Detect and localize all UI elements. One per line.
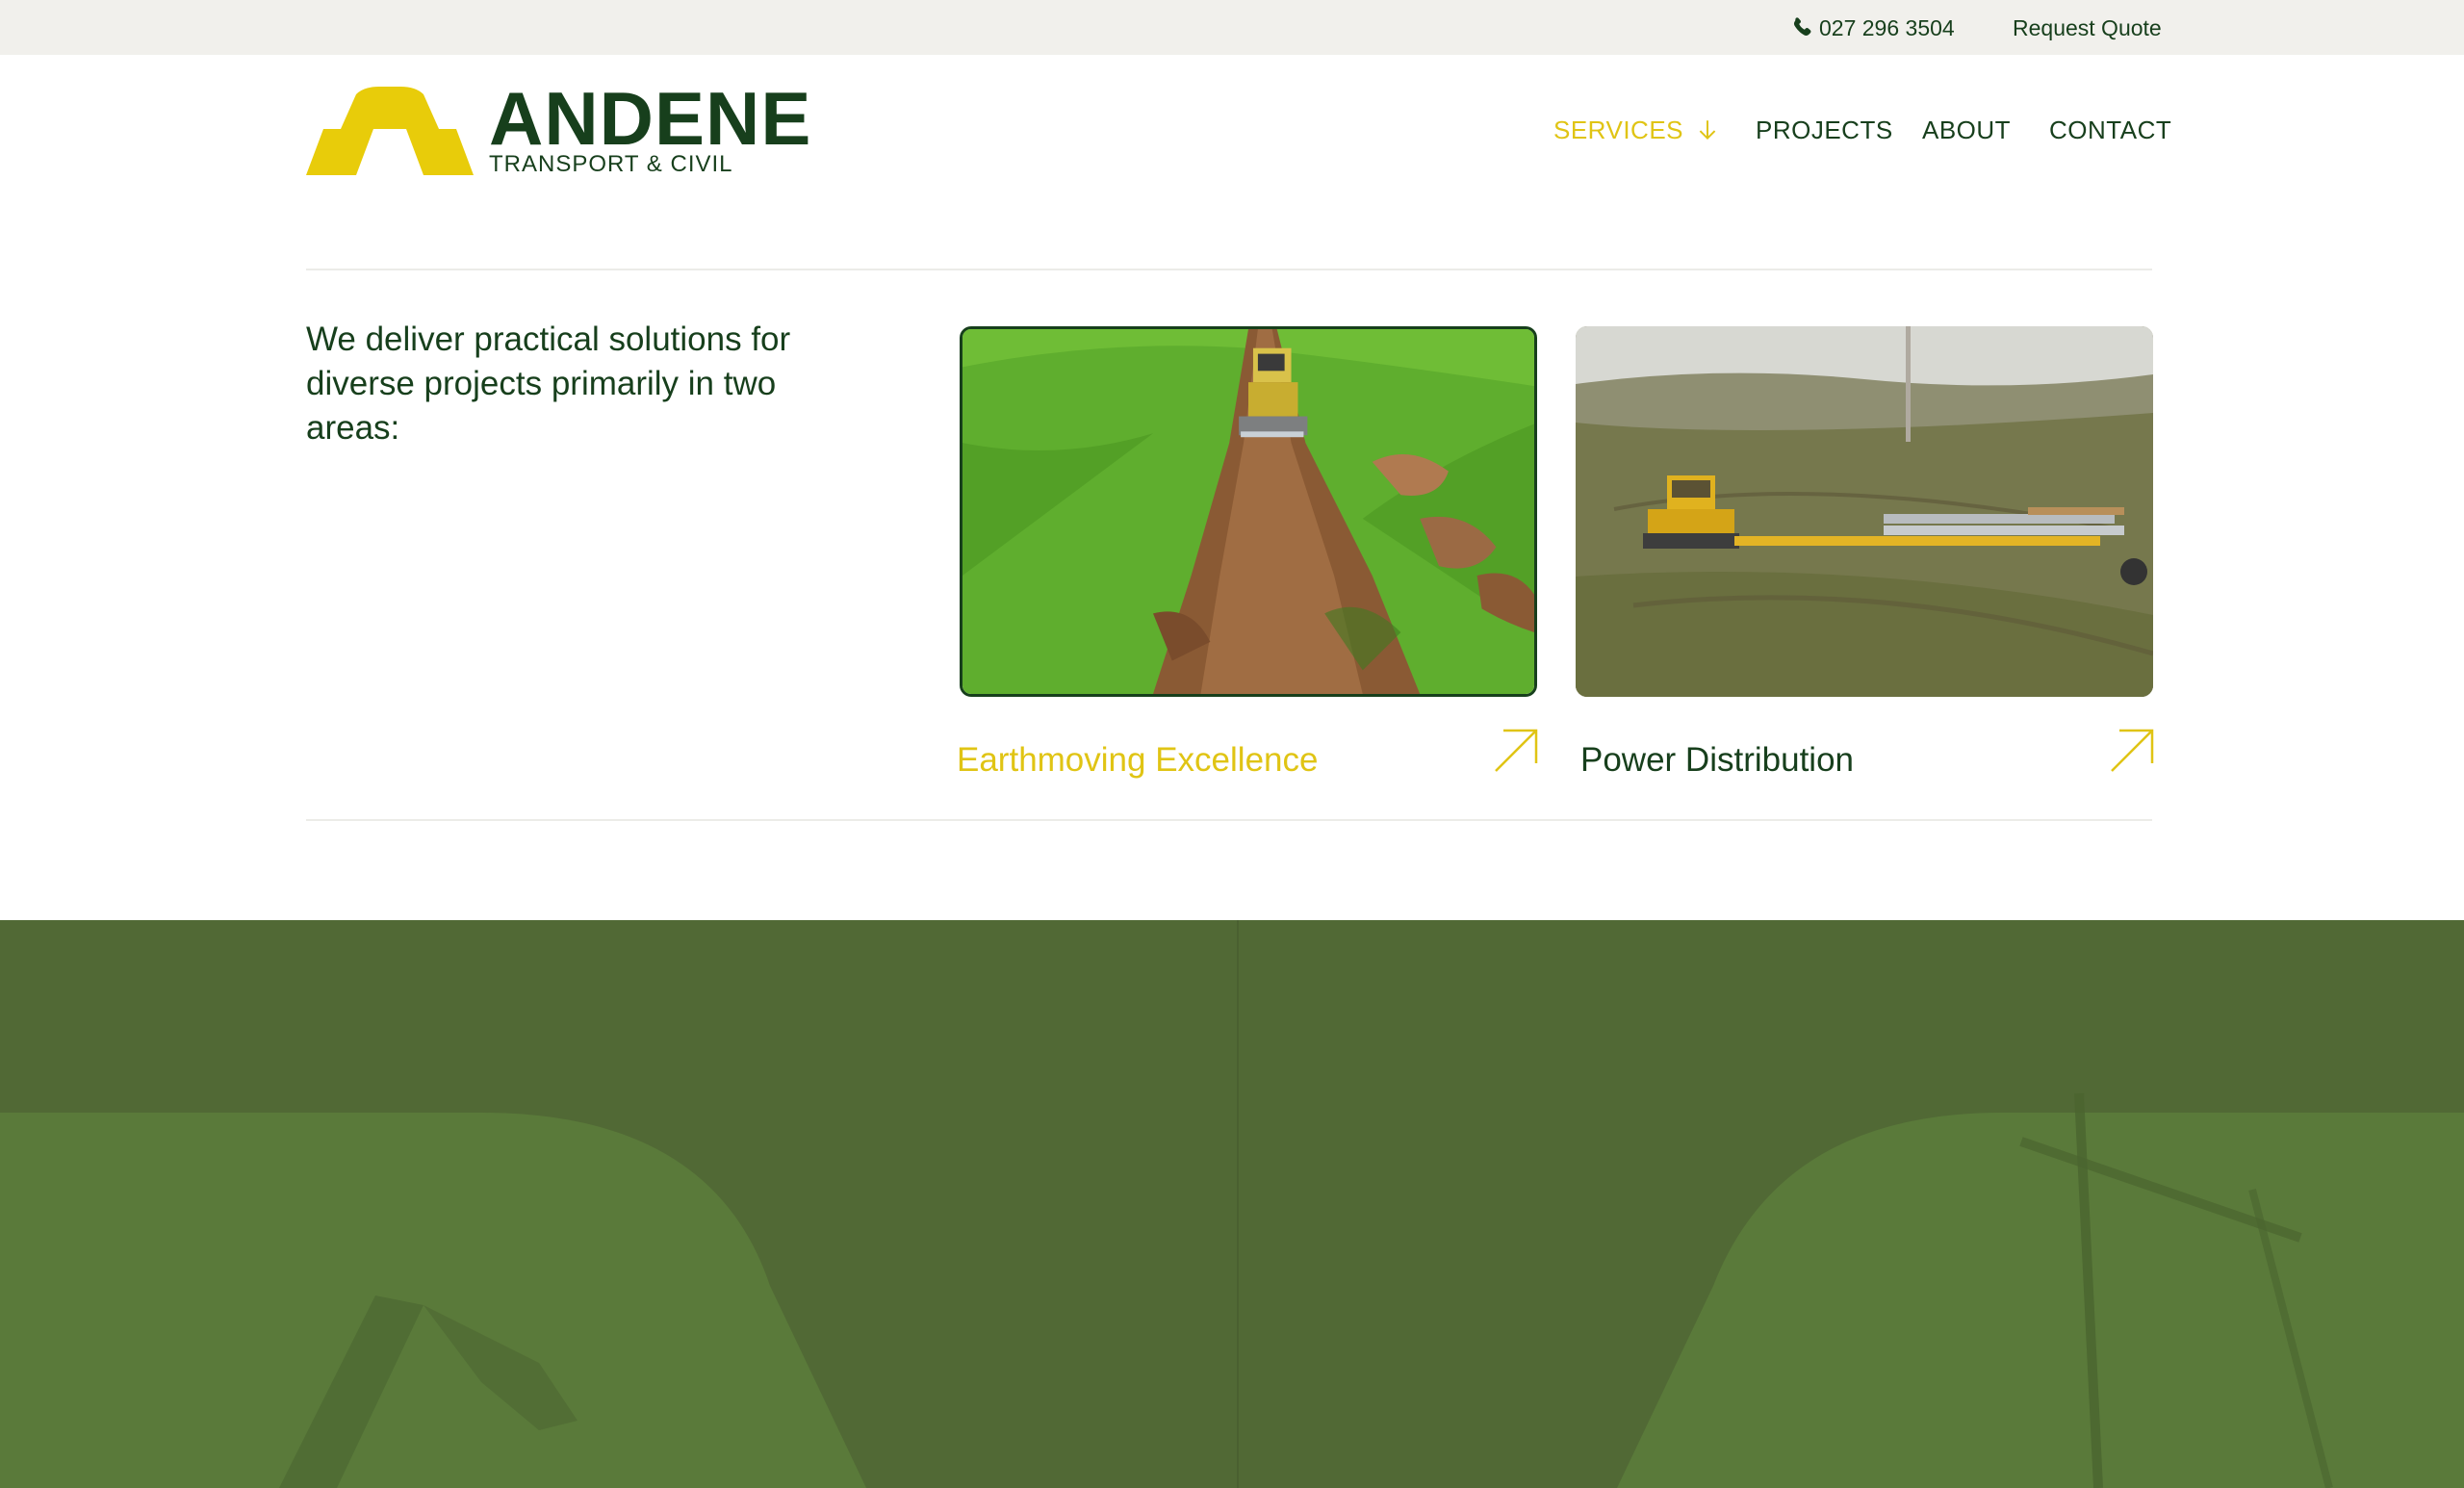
main-nav-about: ABOUT bbox=[1922, 114, 2011, 146]
services-hero-section bbox=[0, 920, 2464, 1488]
main-nav-contact: CONTACT bbox=[2049, 114, 2171, 146]
nav-about[interactable]: ABOUT bbox=[1922, 115, 2011, 145]
section-divider-bottom bbox=[306, 819, 2152, 821]
background-imagery bbox=[0, 1092, 2464, 1488]
bulldozer-trench-photo bbox=[962, 329, 1534, 694]
earthmoving-card-title[interactable]: Earthmoving Excellence bbox=[957, 739, 1318, 782]
brand-tagline: TRANSPORT & CIVIL bbox=[489, 151, 733, 177]
nav-services[interactable]: SERVICES bbox=[1553, 115, 1720, 145]
logo[interactable]: ANDENE TRANSPORT & CIVIL bbox=[306, 81, 810, 179]
request-quote-link[interactable]: Request Quote bbox=[2013, 14, 2162, 41]
power-distribution-card-title[interactable]: Power Distribution bbox=[1580, 739, 1854, 782]
phone-number: 027 296 3504 bbox=[1819, 14, 1955, 40]
nav-services-label: SERVICES bbox=[1553, 115, 1684, 144]
andene-logo-mark bbox=[306, 87, 474, 175]
nav-contact[interactable]: CONTACT bbox=[2049, 115, 2171, 145]
section-divider-top bbox=[306, 269, 2152, 270]
arrow-up-right-icon[interactable] bbox=[1493, 728, 1539, 774]
main-nav-projects: PROJECTS bbox=[1756, 114, 1893, 146]
phone-link[interactable]: 027 296 3504 bbox=[1788, 14, 1955, 41]
arrow-down-icon bbox=[1699, 120, 1716, 141]
nav-projects[interactable]: PROJECTS bbox=[1756, 115, 1893, 145]
top-utility-bar: 027 296 3504 Request Quote bbox=[0, 0, 2464, 55]
arrow-up-right-icon[interactable] bbox=[2109, 728, 2155, 774]
pole-transport-photo bbox=[1576, 326, 2153, 697]
phone-icon bbox=[1793, 17, 1811, 36]
earthmoving-card-image[interactable] bbox=[960, 326, 1537, 697]
main-nav-services: SERVICES bbox=[1553, 114, 1720, 146]
brand-name: ANDENE bbox=[489, 76, 812, 161]
power-distribution-card-image[interactable] bbox=[1576, 326, 2153, 697]
section-column-divider bbox=[1237, 920, 1239, 1488]
intro-text: We deliver practical solutions for diver… bbox=[306, 321, 791, 447]
